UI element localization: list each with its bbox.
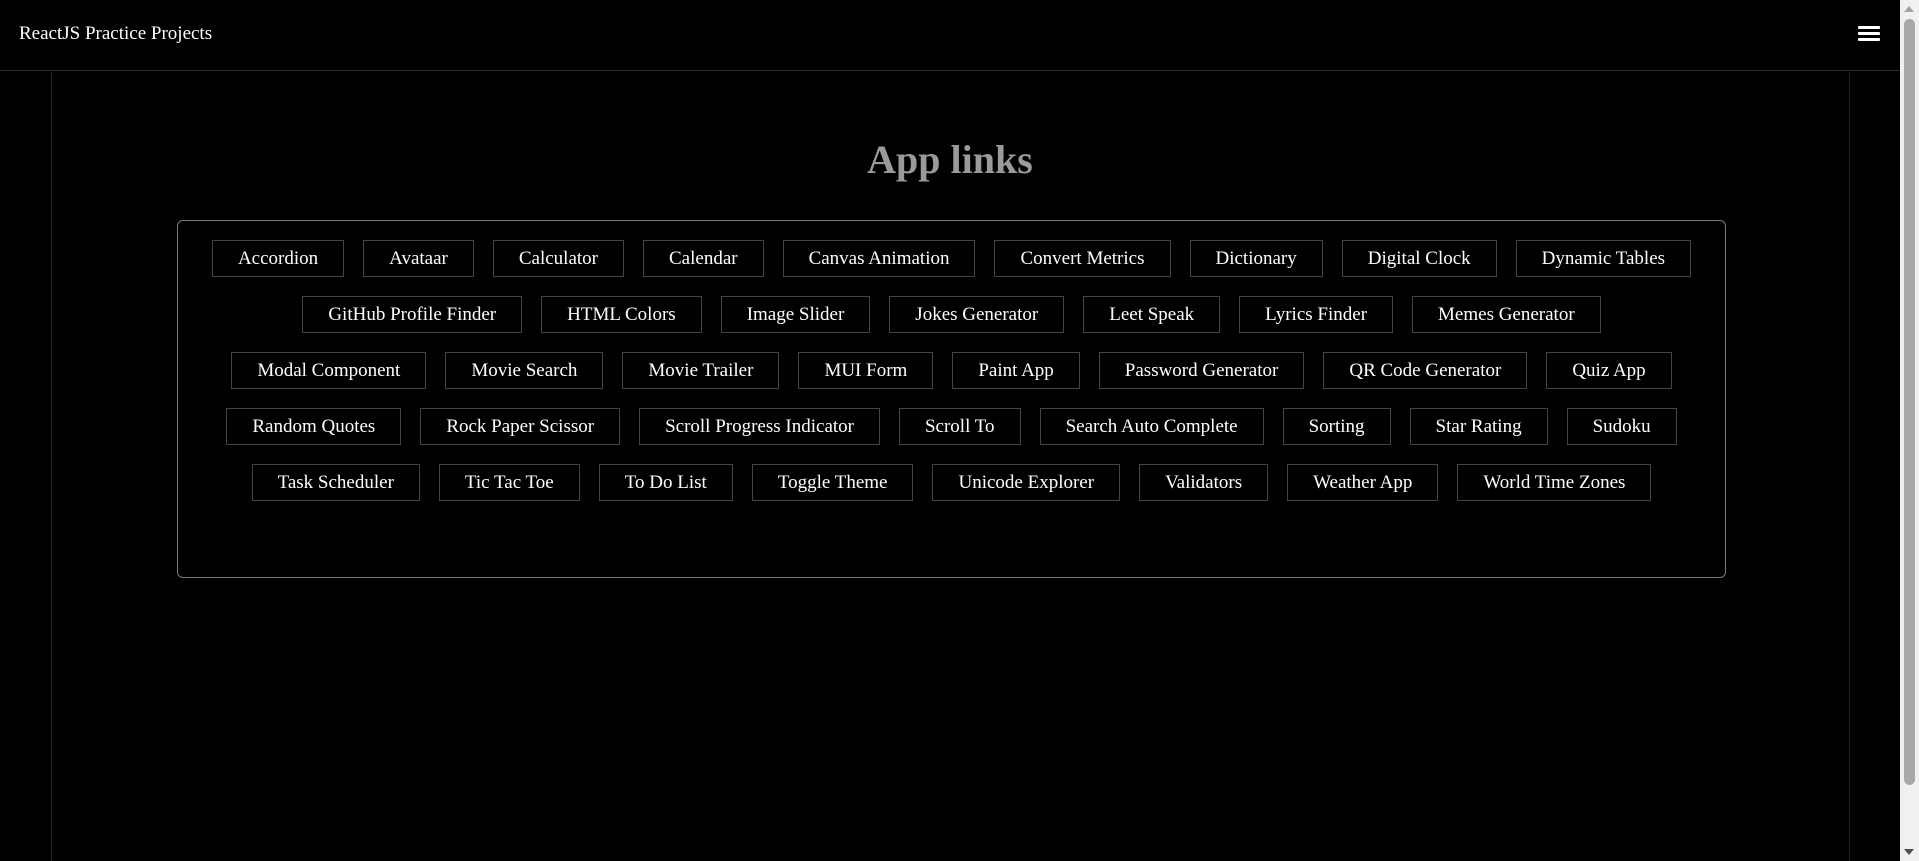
app-link-button[interactable]: Scroll To <box>898 408 1021 445</box>
app-link-button[interactable]: Star Rating <box>1409 408 1548 445</box>
app-link-button[interactable]: Convert Metrics <box>994 240 1171 277</box>
app-link-button[interactable]: Validators <box>1139 464 1269 501</box>
top-navbar: ReactJS Practice Projects <box>0 0 1900 71</box>
app-link-button[interactable]: Accordion <box>211 240 345 277</box>
app-viewport: ReactJS Practice Projects App links Acco… <box>0 0 1919 861</box>
app-link-button[interactable]: Rock Paper Scissor <box>420 408 621 445</box>
app-link-button[interactable]: Dictionary <box>1189 240 1323 277</box>
app-link-button[interactable]: Weather App <box>1287 464 1439 501</box>
app-link-button[interactable]: Search Auto Complete <box>1039 408 1264 445</box>
menu-bar-line <box>1858 26 1880 29</box>
app-links-container: Accordion Avataar Calculator Calendar Canvas… <box>177 220 1726 578</box>
app-link-button[interactable]: Digital Clock <box>1341 240 1497 277</box>
app-link-button[interactable]: Movie Search <box>445 352 604 389</box>
app-link-button[interactable]: Scroll Progress Indicator <box>639 408 880 445</box>
app-link-button[interactable]: World Time Zones <box>1457 464 1652 501</box>
app-link-button[interactable]: Lyrics Finder <box>1239 296 1394 333</box>
app-link-button[interactable]: Tic Tac Toe <box>438 464 580 501</box>
app-link-button[interactable]: MUI Form <box>798 352 934 389</box>
vertical-scrollbar[interactable] <box>1900 0 1919 861</box>
app-link-button[interactable]: Paint App <box>952 352 1080 389</box>
scroll-up-arrow-icon[interactable] <box>1904 6 1914 12</box>
app-link-button[interactable]: Toggle Theme <box>751 464 914 501</box>
app-link-button[interactable]: Image Slider <box>720 296 871 333</box>
app-link-button[interactable]: Sorting <box>1282 408 1391 445</box>
app-link-button[interactable]: Movie Trailer <box>622 352 780 389</box>
app-link-button[interactable]: Jokes Generator <box>889 296 1065 333</box>
app-link-button[interactable]: Canvas Animation <box>782 240 976 277</box>
app-link-button[interactable]: Sudoku <box>1566 408 1677 445</box>
scroll-down-arrow-icon[interactable] <box>1904 849 1914 855</box>
app-link-button[interactable]: HTML Colors <box>541 296 702 333</box>
app-link-button[interactable]: Password Generator <box>1098 352 1305 389</box>
app-link-button[interactable]: Memes Generator <box>1412 296 1601 333</box>
brand-title[interactable]: ReactJS Practice Projects <box>19 23 212 45</box>
app-link-button[interactable]: Modal Component <box>231 352 427 389</box>
app-link-button[interactable]: Calculator <box>492 240 624 277</box>
app-link-button[interactable]: To Do List <box>598 464 733 501</box>
hamburger-menu-icon[interactable] <box>1856 22 1882 46</box>
page-title: App links <box>867 137 1033 182</box>
app-link-button[interactable]: Avataar <box>363 240 474 277</box>
menu-bar-line <box>1858 38 1880 41</box>
app-link-button[interactable]: Calendar <box>643 240 764 277</box>
app-link-button[interactable]: Quiz App <box>1546 352 1672 389</box>
app-link-button[interactable]: Random Quotes <box>226 408 402 445</box>
app-link-button[interactable]: Dynamic Tables <box>1515 240 1692 277</box>
menu-bar-line <box>1858 32 1880 35</box>
app-link-button[interactable]: Task Scheduler <box>251 464 420 501</box>
app-link-button[interactable]: GitHub Profile Finder <box>302 296 523 333</box>
app-link-button[interactable]: Leet Speak <box>1083 296 1221 333</box>
app-link-button[interactable]: Unicode Explorer <box>932 464 1121 501</box>
app-link-button[interactable]: QR Code Generator <box>1323 352 1528 389</box>
scrollbar-thumb[interactable] <box>1904 19 1915 785</box>
